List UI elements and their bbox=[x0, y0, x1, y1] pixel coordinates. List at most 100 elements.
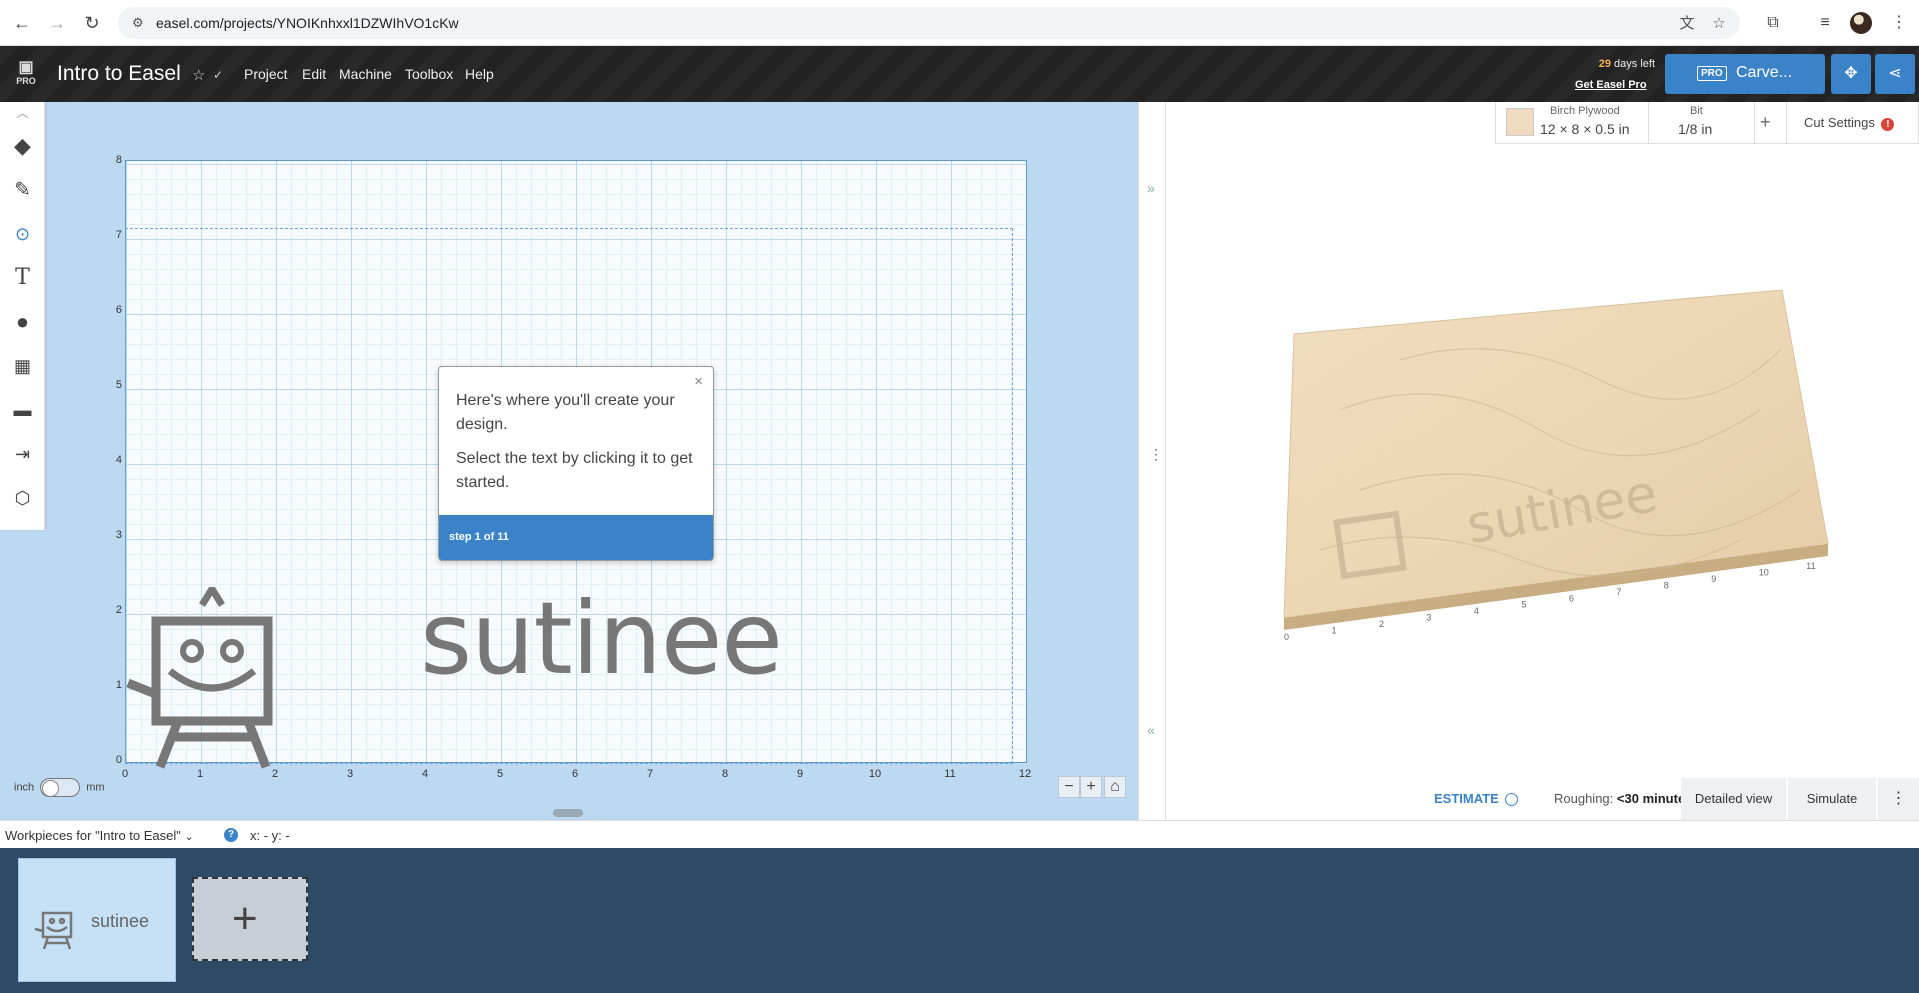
x-tick: 9 bbox=[796, 768, 804, 780]
carve-button[interactable]: PRO Carve... bbox=[1665, 54, 1825, 94]
board-edge-tick: 10 bbox=[1759, 567, 1769, 577]
bit-label[interactable]: Bit bbox=[1690, 105, 1703, 117]
y-tick: 7 bbox=[115, 229, 122, 241]
collapse-left-icon[interactable]: « bbox=[1147, 722, 1155, 738]
tutorial-line-1: Here's where you'll create your design. bbox=[456, 392, 675, 433]
board-edge-tick: 7 bbox=[1616, 587, 1621, 597]
move-machine-button[interactable]: ✥ bbox=[1831, 54, 1871, 94]
x-tick: 6 bbox=[571, 768, 579, 780]
thumbnail-text: sutinee bbox=[91, 911, 150, 931]
y-tick: 4 bbox=[115, 454, 122, 466]
unit-toggle[interactable]: inch mm bbox=[14, 778, 105, 797]
x-tick: 4 bbox=[421, 768, 429, 780]
board-edge-tick: 8 bbox=[1664, 580, 1669, 590]
y-tick: 6 bbox=[115, 304, 122, 316]
ruler-icon[interactable]: ▦ bbox=[0, 344, 45, 388]
board-edge-tick: 3 bbox=[1426, 613, 1431, 623]
saved-check-icon: ✓ bbox=[213, 68, 224, 82]
y-tick: 5 bbox=[115, 379, 122, 391]
cube-icon[interactable]: ⬡ bbox=[0, 476, 45, 520]
add-workpiece-button[interactable]: + bbox=[192, 877, 308, 961]
thumbnail-robot-graphic bbox=[34, 911, 73, 950]
browser-toolbar: ← → ↻ ⚙ easel.com/projects/YNOIKnhxxl1DZ… bbox=[0, 0, 1919, 46]
profile-avatar[interactable] bbox=[1850, 12, 1872, 34]
app-header: ▣ PRO Intro to Easel ☆ ✓ Project Edit Ma… bbox=[0, 46, 1919, 102]
text-icon[interactable]: T bbox=[0, 256, 45, 300]
shapes-icon[interactable]: ◆ bbox=[0, 124, 45, 168]
x-tick: 8 bbox=[721, 768, 729, 780]
material-swatch[interactable] bbox=[1506, 108, 1534, 136]
tutorial-popover: × Here's where you'll create your design… bbox=[438, 366, 714, 561]
more-options-button[interactable]: ⋮ bbox=[1878, 778, 1919, 820]
detailed-view-button[interactable]: Detailed view bbox=[1681, 778, 1786, 820]
unit-switch[interactable] bbox=[40, 778, 81, 797]
material-settings-bar: Birch Plywood 12 × 8 × 0.5 in Bit 1/8 in… bbox=[1495, 102, 1919, 144]
chrome-menu-icon[interactable]: ⋮ bbox=[1888, 12, 1910, 34]
workpieces-label[interactable]: Workpieces for "Intro to Easel" ⌄ bbox=[5, 828, 194, 843]
extensions-icon[interactable]: ⧉ bbox=[1762, 12, 1784, 34]
horizontal-scroll-handle[interactable] bbox=[553, 809, 583, 817]
days-left-count: 29 bbox=[1598, 58, 1611, 70]
point-icon[interactable]: ⊙ bbox=[0, 212, 45, 256]
unit-mm-label: mm bbox=[86, 781, 105, 794]
roughing-estimate: Roughing: <30 minutes bbox=[1554, 791, 1692, 806]
board-edge-tick: 0 bbox=[1284, 632, 1289, 640]
estimate-label[interactable]: ESTIMATE bbox=[1434, 791, 1519, 807]
share-button[interactable]: ⋖ bbox=[1875, 54, 1915, 94]
board-edge-tick: 2 bbox=[1379, 619, 1384, 629]
collapse-up-icon[interactable]: ︿ bbox=[0, 102, 45, 124]
apple-icon[interactable]: ● bbox=[0, 300, 45, 344]
left-toolbar: ︿ ◆ ✎ ⊙ T ● ▦ ▬ ⇥ ⬡ bbox=[0, 102, 45, 530]
3d-board-preview[interactable]: 0 1 2 3 4 5 6 7 8 9 10 11 bbox=[1280, 290, 1840, 640]
simulate-button[interactable]: Simulate bbox=[1788, 778, 1876, 820]
add-bit-button[interactable]: + bbox=[1760, 112, 1771, 133]
workpieces-panel: sutinee + bbox=[0, 848, 1919, 993]
reload-icon[interactable]: ↻ bbox=[80, 11, 104, 35]
cut-settings-label: Cut Settings bbox=[1804, 115, 1875, 130]
menu-edit[interactable]: Edit bbox=[302, 66, 326, 82]
zoom-in-button[interactable]: + bbox=[1080, 776, 1102, 798]
block-icon[interactable]: ▬ bbox=[0, 388, 45, 432]
translate-icon[interactable]: 文 bbox=[1678, 15, 1696, 33]
x-tick: 11 bbox=[944, 768, 956, 780]
workpiece-thumbnail[interactable]: sutinee bbox=[18, 858, 176, 982]
get-easel-pro-link[interactable]: Get Easel Pro bbox=[1575, 79, 1647, 91]
menu-project[interactable]: Project bbox=[244, 66, 288, 82]
board-edge-tick: 6 bbox=[1569, 593, 1574, 603]
drag-handle-icon[interactable]: ⋮ bbox=[1149, 446, 1163, 463]
address-bar[interactable]: ⚙ easel.com/projects/YNOIKnhxxl1DZWIhVO1… bbox=[118, 7, 1740, 39]
site-info-icon[interactable]: ⚙ bbox=[132, 15, 148, 31]
panel-splitter[interactable]: » ⋮ « bbox=[1138, 102, 1166, 820]
bookmark-star-icon[interactable]: ☆ bbox=[1710, 15, 1728, 33]
help-icon[interactable]: ? bbox=[224, 828, 238, 842]
material-dimensions[interactable]: 12 × 8 × 0.5 in bbox=[1540, 121, 1630, 137]
cut-settings-button[interactable]: Cut Settings ! bbox=[1804, 115, 1895, 131]
close-icon[interactable]: × bbox=[694, 373, 703, 390]
pro-badge: PRO bbox=[1697, 66, 1727, 81]
zoom-out-button[interactable]: − bbox=[1058, 776, 1080, 798]
back-arrow-icon[interactable]: ← bbox=[10, 11, 34, 35]
menu-machine[interactable]: Machine bbox=[339, 66, 392, 82]
home-view-button[interactable]: ⌂ bbox=[1104, 776, 1126, 798]
material-label[interactable]: Birch Plywood bbox=[1550, 105, 1620, 117]
design-text-object[interactable]: sutinee bbox=[420, 580, 783, 697]
settings-divider bbox=[1786, 102, 1787, 144]
bit-size[interactable]: 1/8 in bbox=[1678, 121, 1712, 137]
media-icon[interactable]: ≡ bbox=[1814, 12, 1836, 34]
board-edge-tick: 4 bbox=[1474, 606, 1479, 616]
menu-help[interactable]: Help bbox=[465, 66, 494, 82]
favorite-star-icon[interactable]: ☆ bbox=[192, 66, 205, 84]
pen-icon[interactable]: ✎ bbox=[0, 168, 45, 212]
easel-pro-logo[interactable]: ▣ PRO bbox=[12, 60, 40, 88]
menu-toolbox[interactable]: Toolbox bbox=[405, 66, 453, 82]
import-icon[interactable]: ⇥ bbox=[0, 432, 45, 476]
clock-icon bbox=[1505, 793, 1519, 807]
url-text[interactable]: easel.com/projects/YNOIKnhxxl1DZWIhVO1cK… bbox=[156, 15, 459, 31]
project-title[interactable]: Intro to Easel bbox=[57, 62, 181, 86]
easel-logo-icon: ▣ bbox=[18, 59, 34, 76]
forward-arrow-icon[interactable]: → bbox=[45, 11, 69, 35]
board-edge-tick: 9 bbox=[1711, 574, 1716, 584]
collapse-right-icon[interactable]: » bbox=[1147, 180, 1155, 196]
workpieces-bar: Workpieces for "Intro to Easel" ⌄ ? x: -… bbox=[0, 820, 1919, 848]
chevron-down-icon[interactable]: ⌄ bbox=[185, 831, 194, 843]
